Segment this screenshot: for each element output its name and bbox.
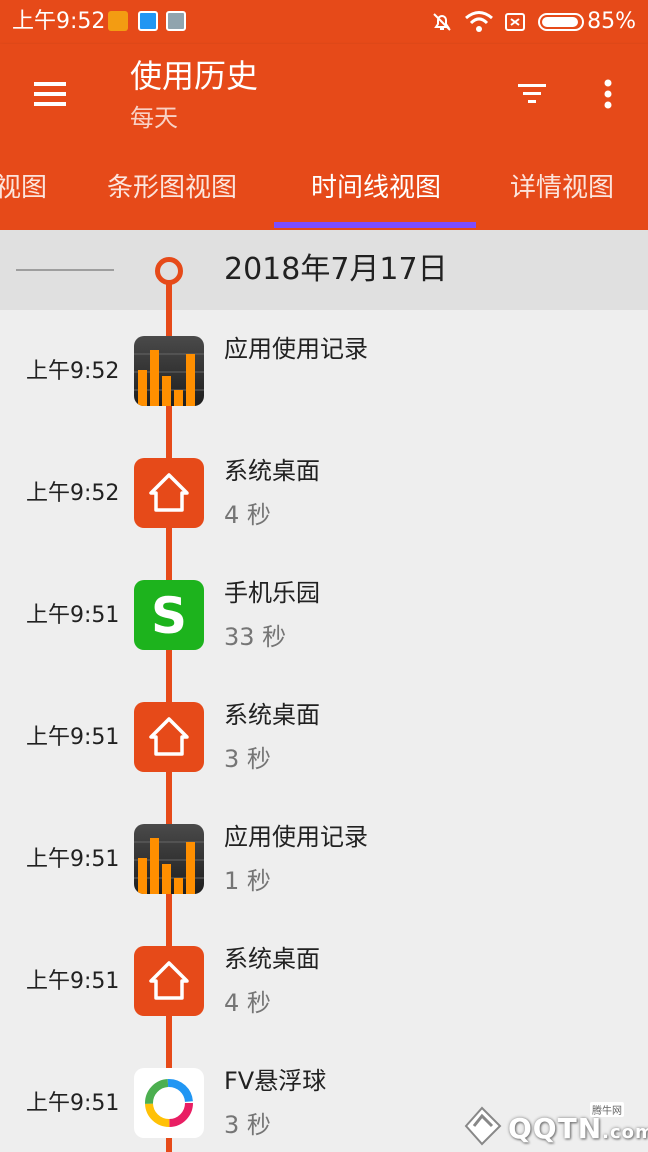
tab-timeline-view[interactable]: 时间线视图: [298, 164, 454, 228]
battery-icon: [538, 13, 584, 31]
usage-app-icon: [108, 11, 128, 31]
battery-percent: 85%: [587, 9, 636, 34]
entry-app-name: 系统桌面: [224, 701, 320, 729]
entry-duration: 1 秒: [224, 867, 271, 895]
filter-icon: [518, 84, 546, 103]
s-app-icon: S: [134, 580, 204, 650]
watermark-text: QQTN.com: [508, 1112, 648, 1145]
tab-view[interactable]: 视图: [0, 164, 52, 228]
app-bar: 使用历史 每天 视图 条形图视图 时间线视图 详情视图: [0, 44, 648, 230]
svg-text:S: S: [151, 587, 187, 645]
timeline-start-dot: [155, 257, 183, 285]
menu-button[interactable]: [30, 74, 70, 114]
no-sim-icon: [505, 13, 525, 31]
timeline-entry[interactable]: 上午9:52 应用使用记录: [0, 335, 648, 458]
watermark-small-text: 腾牛网: [590, 1102, 624, 1117]
page-title: 使用历史: [130, 57, 259, 95]
entry-app-name: 应用使用记录: [224, 335, 368, 363]
entry-app-name: 应用使用记录: [224, 823, 368, 851]
entry-time: 上午9:51: [26, 603, 120, 628]
notes-app-icon: [166, 11, 186, 31]
more-vert-icon: [604, 79, 612, 109]
entry-app-name: 系统桌面: [224, 457, 320, 485]
more-options-button[interactable]: [592, 74, 624, 114]
tab-details-view[interactable]: 详情视图: [500, 164, 624, 228]
entry-duration: 4 秒: [224, 501, 271, 529]
entry-time: 上午9:52: [26, 481, 120, 506]
timeline-entry[interactable]: 上午9:51 系统桌面 4 秒: [0, 945, 648, 1068]
edit-app-icon: [138, 11, 158, 31]
filter-button[interactable]: [512, 74, 552, 114]
home-icon: [134, 702, 204, 772]
timeline-entry[interactable]: 上午9:51 应用使用记录 1 秒: [0, 823, 648, 946]
tab-bar-chart-view[interactable]: 条形图视图: [94, 164, 250, 228]
date-header: 2018年7月17日: [0, 230, 648, 310]
entry-app-name: FV悬浮球: [224, 1067, 327, 1095]
home-icon: [134, 458, 204, 528]
entry-duration: 4 秒: [224, 989, 271, 1017]
fv-ring-icon: [134, 1068, 204, 1138]
entry-duration: 3 秒: [224, 745, 271, 773]
hamburger-menu-icon: [34, 82, 66, 106]
date-label: 2018年7月17日: [224, 252, 448, 287]
timeline-entry[interactable]: 上午9:52 系统桌面 4 秒: [0, 457, 648, 580]
wifi-icon: [465, 11, 493, 32]
usage-chart-icon: [134, 824, 204, 894]
entry-time: 上午9:51: [26, 969, 120, 994]
entry-time: 上午9:52: [26, 359, 120, 384]
bell-off-icon: [433, 13, 451, 31]
page-subtitle: 每天: [130, 104, 178, 132]
home-icon: [134, 946, 204, 1016]
tab-indicator: [274, 222, 476, 228]
status-bar: 上午9:52 85%: [0, 0, 648, 44]
watermark: QQTN.com 腾牛网: [460, 1102, 648, 1148]
entry-duration: 33 秒: [224, 623, 287, 651]
entry-app-name: 手机乐园: [224, 579, 320, 607]
entry-app-name: 系统桌面: [224, 945, 320, 973]
timeline-entry[interactable]: 上午9:51 系统桌面 3 秒: [0, 701, 648, 824]
date-divider: [16, 269, 114, 271]
status-time: 上午9:52: [12, 9, 106, 34]
entry-duration: 3 秒: [224, 1111, 271, 1139]
entry-time: 上午9:51: [26, 725, 120, 750]
entry-time: 上午9:51: [26, 1091, 120, 1116]
watermark-logo-icon: [464, 1106, 502, 1146]
usage-chart-icon: [134, 336, 204, 406]
timeline-entry[interactable]: 上午9:51 S 手机乐园 33 秒: [0, 579, 648, 702]
entry-time: 上午9:51: [26, 847, 120, 872]
